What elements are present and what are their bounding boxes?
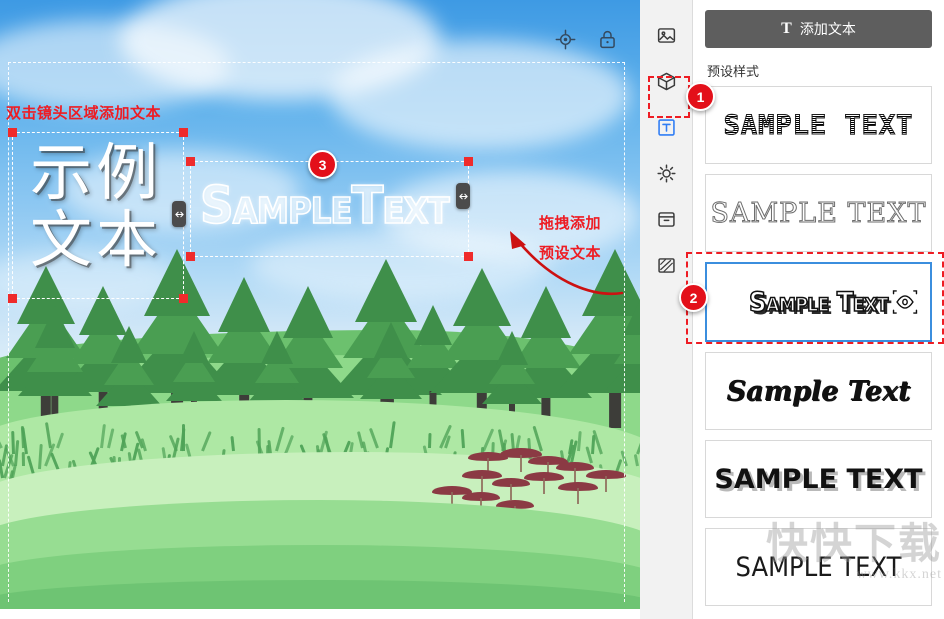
- preset-style-preview: SAMPLE TEXT: [714, 463, 923, 495]
- text-width-grip-left[interactable]: [172, 201, 186, 227]
- tree-foliage: [179, 328, 209, 364]
- viewport-canvas[interactable]: 示例 文本 SampleText 双击镜头区域添加文本 拖拽添加 预设文本 3: [0, 0, 640, 609]
- step-badge-2: 2: [679, 283, 708, 312]
- preset-style-item[interactable]: SAMPLE TEXT: [705, 174, 932, 252]
- add-text-button[interactable]: T 添加文本: [705, 10, 932, 48]
- preset-style-item[interactable]: Sample Text: [705, 262, 932, 342]
- preset-style-item[interactable]: SAMPLE TEXT: [705, 86, 932, 164]
- eye-preview-icon[interactable]: [890, 289, 920, 315]
- mushroom-stem: [605, 476, 608, 492]
- chinese-text-layer[interactable]: 示例 文本: [16, 139, 176, 274]
- tree-foliage: [111, 323, 147, 363]
- preset-style-item[interactable]: Sample Text: [705, 352, 932, 430]
- resize-handle[interactable]: [179, 294, 188, 303]
- sidebar-item-assets[interactable]: [649, 202, 683, 236]
- step-badge-1: 1: [686, 82, 715, 111]
- resize-handle[interactable]: [186, 252, 195, 261]
- sidebar-item-light[interactable]: [649, 156, 683, 190]
- mushroom-stem: [520, 454, 523, 472]
- resize-handle[interactable]: [464, 252, 473, 261]
- grass-blade: [428, 432, 432, 449]
- resize-handle[interactable]: [8, 128, 17, 137]
- tree-foliage: [374, 319, 408, 358]
- tree-foliage: [355, 256, 417, 322]
- preset-style-preview: Sample Text: [726, 375, 911, 407]
- sample-text-layer[interactable]: SampleText: [199, 175, 450, 237]
- add-text-label: 添加文本: [799, 21, 856, 37]
- text-t-icon: T: [781, 20, 792, 37]
- resize-handle[interactable]: [8, 294, 17, 303]
- grass-blade: [182, 424, 185, 451]
- text-style-panel: T 添加文本 预设样式 SAMPLE TEXT SAMPLE TEXT Sample…: [693, 0, 944, 609]
- text-width-grip-right[interactable]: [456, 183, 470, 209]
- tree-foliage: [623, 283, 640, 336]
- resize-handle[interactable]: [179, 128, 188, 137]
- annotation-double-click: 双击镜头区域添加文本: [6, 105, 162, 122]
- resize-handle[interactable]: [464, 157, 473, 166]
- mushroom-stem: [577, 488, 580, 504]
- mushroom-stem: [543, 478, 546, 494]
- preset-style-list: SAMPLE TEXT SAMPLE TEXT Sample Text Sample …: [693, 86, 944, 606]
- preset-style-item[interactable]: SAMPLE TEXT: [705, 528, 932, 606]
- preset-style-preview: SAMPLE TEXT: [735, 551, 902, 583]
- mushroom-stem: [481, 476, 484, 492]
- app-root: 示例 文本 SampleText 双击镜头区域添加文本 拖拽添加 预设文本 3 …: [0, 0, 944, 619]
- preset-styles-label: 预设样式: [707, 64, 760, 79]
- lock-icon[interactable]: [596, 28, 618, 50]
- tree: [604, 286, 640, 418]
- preset-style-item[interactable]: SAMPLE TEXT: [705, 440, 932, 518]
- sidebar-item-material[interactable]: [649, 248, 683, 282]
- sidebar-item-image[interactable]: [649, 18, 683, 52]
- preset-style-preview: SAMPLE TEXT: [723, 109, 914, 141]
- canvas-tool-bar: [554, 28, 618, 50]
- sidebar-item-text[interactable]: [649, 110, 683, 144]
- annotation-drag-line2: 预设文本: [539, 245, 602, 262]
- tree-foliage: [261, 328, 293, 364]
- resize-handle[interactable]: [186, 157, 195, 166]
- sidebar-item-3d-model[interactable]: [649, 64, 683, 98]
- step-badge-3: 3: [308, 150, 337, 179]
- annotation-drag-line1: 拖拽添加: [539, 215, 602, 232]
- preset-style-preview: Sample Text: [748, 286, 889, 319]
- preset-style-preview: SAMPLE TEXT: [710, 197, 927, 229]
- tree-foliage: [496, 328, 528, 365]
- tree-foliage: [35, 303, 75, 348]
- tree: [18, 306, 92, 418]
- mushroom-stem: [510, 484, 513, 500]
- cloud: [330, 40, 630, 150]
- mushroom-prop: [586, 470, 626, 492]
- focus-target-icon[interactable]: [554, 28, 576, 50]
